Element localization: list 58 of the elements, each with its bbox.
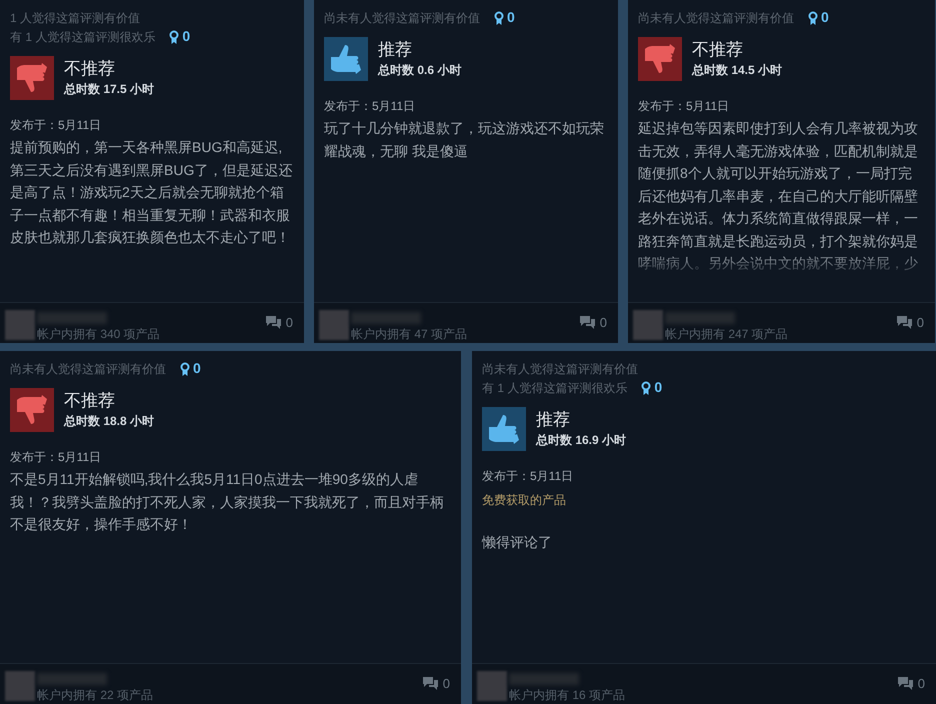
product-count: 帐户内拥有 47 项产品 xyxy=(351,326,468,342)
comment-count: 0 xyxy=(442,674,450,692)
comment-count: 0 xyxy=(286,314,293,332)
award-icon[interactable] xyxy=(494,10,504,24)
review-text: 不是5月11开始解锁吗,我什么我5月11日0点进去一堆90多级的人虐我！？我劈头盖脸的打不死人家，人家摸我一下我就死了，而且对手柄不是很友好，操作手感不好！ xyxy=(10,470,445,534)
review-verdict: 不推荐 xyxy=(64,58,116,80)
helpful-count: 尚未有人觉得这篇评测有价值 xyxy=(482,360,638,378)
review-text: 玩了十几分钟就退款了，玩这游戏还不如玩荣耀战魂，无聊 我是傻逼 xyxy=(324,119,605,160)
review-verdict: 推荐 xyxy=(378,39,413,61)
comment-icon[interactable] xyxy=(578,314,596,330)
review-verdict: 不推荐 xyxy=(692,39,744,61)
helpful-count: 有 1 人觉得这篇评测很欢乐 xyxy=(10,28,156,46)
thumbs-up-icon xyxy=(324,37,368,81)
thumbs-down-icon xyxy=(638,37,682,81)
thumbs-down-icon xyxy=(10,388,54,432)
comment-count: 0 xyxy=(918,674,925,692)
award-count: 0 xyxy=(654,378,662,397)
helpful-count: 尚未有人觉得这篇评测有价值 xyxy=(10,360,166,378)
thumbs-down-icon xyxy=(10,56,54,100)
posted-date: 发布于：5月11日 xyxy=(324,98,416,115)
award-icon[interactable] xyxy=(808,10,818,24)
comment-count: 0 xyxy=(916,314,924,332)
product-count: 帐户内拥有 340 项产品 xyxy=(37,326,160,342)
review-verdict: 不推荐 xyxy=(64,390,116,412)
posted-date: 发布于：5月11日 xyxy=(638,98,730,115)
helpful-count: 尚未有人觉得这篇评测有价值 xyxy=(638,10,794,26)
review-text: 懒得评论了 xyxy=(482,533,553,552)
award-icon[interactable] xyxy=(169,30,180,44)
helpful-count: 1 人觉得这篇评测有价值 xyxy=(10,10,140,26)
award-count: 0 xyxy=(182,27,190,46)
award-icon[interactable] xyxy=(180,362,190,376)
free-product-note: 免费获取的产品 xyxy=(482,492,567,509)
award-count: 0 xyxy=(821,8,829,27)
comment-icon[interactable] xyxy=(896,676,914,691)
review-verdict: 推荐 xyxy=(536,409,571,431)
thumbs-up-icon xyxy=(482,407,526,451)
product-count: 帐户内拥有 247 项产品 xyxy=(665,326,788,342)
comment-count: 0 xyxy=(600,314,607,332)
helpful-count: 尚未有人觉得这篇评测有价值 xyxy=(324,10,480,26)
review-text: 延迟掉包等因素即使打到人会有几率被视为攻击无效，弄得人毫无游戏体验，匹配机制就是随便抓8个人就可以开始玩游戏了，一局打完后还他妈有几率串麦，在自己的大厅能听隔壁老外在说话。体力系统简直做得跟屎一样，一路狂奔简直就是长跑运动员，打个架就你妈是哮喘病人。另外会说中文的就不要放洋屁，少 xyxy=(638,119,919,273)
playtime-hours: 总时数 16.9 小时 xyxy=(536,432,626,449)
playtime-hours: 总时数 14.5 小时 xyxy=(692,62,782,79)
playtime-hours: 总时数 18.8 小时 xyxy=(64,413,154,430)
product-count: 帐户内拥有 22 项产品 xyxy=(37,687,154,703)
product-count: 帐户内拥有 16 项产品 xyxy=(509,687,626,703)
posted-date: 发布于：5月11日 xyxy=(10,449,102,466)
award-count: 0 xyxy=(193,359,201,378)
playtime-hours: 总时数 17.5 小时 xyxy=(64,81,154,98)
posted-date: 发布于：5月11日 xyxy=(10,117,102,134)
helpful-count: 有 1 人觉得这篇评测很欢乐 xyxy=(482,380,628,396)
award-icon[interactable] xyxy=(641,380,652,394)
posted-date: 发布于：5月11日 xyxy=(482,468,574,485)
comment-icon[interactable] xyxy=(422,676,439,691)
award-count: 0 xyxy=(507,8,515,27)
comment-icon[interactable] xyxy=(264,314,282,330)
review-text: 提前预购的，第一天各种黑屏BUG和高延迟,第三天之后没有遇到黑屏BUG了，但是延迟还是高了点！游戏玩2天之后就会无聊就抢个箱子一点都不有趣！相当重复无聊！武器和衣服皮肤也就那几套疯狂换颜色也太不走心了吧！ xyxy=(10,138,294,247)
playtime-hours: 总时数 0.6 小时 xyxy=(378,62,462,79)
comment-icon[interactable] xyxy=(896,314,913,330)
